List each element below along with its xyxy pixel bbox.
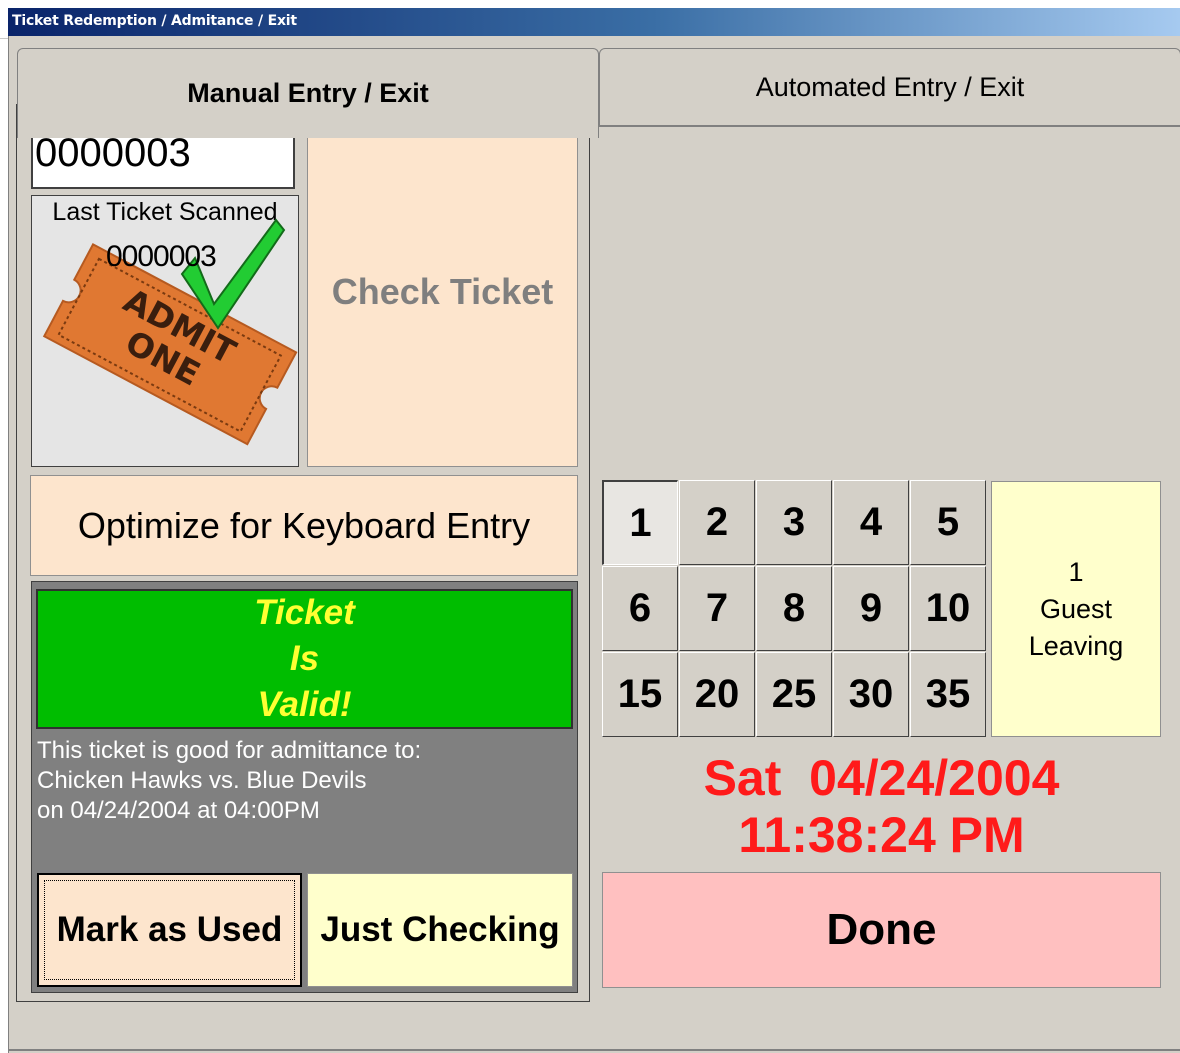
valid-line-1: Ticket [254,593,355,632]
key-10[interactable]: 10 [910,566,986,651]
valid-line-3: Valid! [257,685,352,724]
check-ticket-button[interactable]: Check Ticket [307,117,578,467]
key-20[interactable]: 20 [679,652,755,737]
done-button[interactable]: Done [602,872,1161,988]
key-9[interactable]: 9 [833,566,909,651]
title-bar: Ticket Redemption / Admitance / Exit [0,0,1180,39]
key-7[interactable]: 7 [679,566,755,651]
tab-manual-entry[interactable]: Manual Entry / Exit [17,48,599,138]
tab-automated-entry-label: Automated Entry / Exit [755,71,1025,102]
last-ticket-number: 0000003 [106,240,217,273]
window-title: Ticket Redemption / Admitance / Exit [12,13,297,29]
valid-line-2: Is [289,639,320,678]
mark-as-used-button[interactable]: Mark as Used [37,873,302,987]
key-8[interactable]: 8 [756,566,832,651]
detail-line-2: Chicken Hawks vs. Blue Devils [37,767,367,794]
guest-leaving-button[interactable]: 1 Guest Leaving [991,481,1161,737]
current-date: Sat 04/24/2004 [703,750,1060,806]
ticket-detail-text: This ticket is good for admittance to: C… [37,736,421,826]
ticket-valid-banner: Ticket Is Valid! [36,589,573,729]
optimize-keyboard-button[interactable]: Optimize for Keyboard Entry [30,475,578,576]
key-1[interactable]: 1 [602,480,678,565]
detail-line-1: This ticket is good for admittance to: [37,737,422,764]
window-bottom-edge [8,1049,1180,1051]
admit-one-ticket-icon: ADMIT ONE [42,218,298,446]
guest-count-keypad: 1 2 3 4 5 6 7 8 9 10 15 20 25 30 35 [602,480,987,738]
current-time: 11:38:24 PM [738,807,1025,863]
leaving-label: Leaving [1028,630,1124,661]
key-5[interactable]: 5 [910,480,986,565]
key-4[interactable]: 4 [833,480,909,565]
key-15[interactable]: 15 [602,652,678,737]
last-ticket-scanned: Last Ticket Scanned ADMIT ONE 0000003 [31,195,299,467]
tab-automated-entry[interactable]: Automated Entry / Exit [599,48,1180,126]
key-6[interactable]: 6 [602,566,678,651]
tab-underline [599,125,1180,127]
key-35[interactable]: 35 [910,652,986,737]
key-25[interactable]: 25 [756,652,832,737]
current-datetime: Sat 04/24/2004 11:38:24 PM [602,750,1161,864]
just-checking-button[interactable]: Just Checking [307,873,573,987]
detail-line-3: on 04/24/2004 at 04:00PM [37,797,320,824]
guest-count: 1 [1068,556,1084,587]
key-30[interactable]: 30 [833,652,909,737]
guest-label: Guest [1039,593,1113,624]
tab-manual-entry-label: Manual Entry / Exit [187,78,429,108]
title-bar-gradient: Ticket Redemption / Admitance / Exit [8,8,1180,36]
key-2[interactable]: 2 [679,480,755,565]
focus-rectangle [44,880,295,980]
key-3[interactable]: 3 [756,480,832,565]
